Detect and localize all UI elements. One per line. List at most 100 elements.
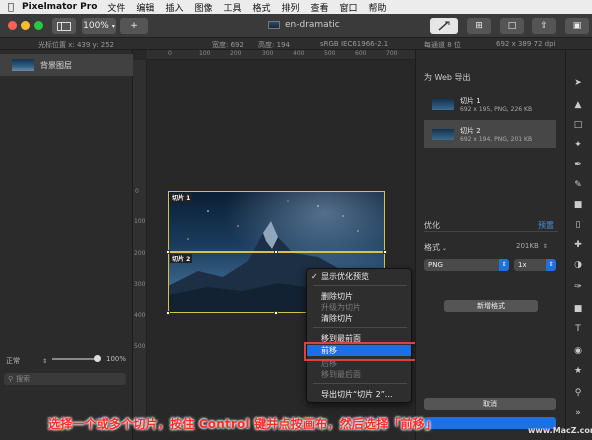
arrange-tool-icon[interactable]: ➤ <box>570 76 586 90</box>
zoom-select[interactable]: 100% ▾ <box>82 18 116 34</box>
export-slice-row[interactable]: 切片 1 692 x 195, PNG, 226 KB <box>424 90 556 118</box>
layer-search-input[interactable]: ⚲ 搜索 <box>4 373 126 385</box>
sidebar-toggle-button[interactable] <box>52 18 76 34</box>
expand-tools-icon[interactable]: » <box>570 406 586 420</box>
slice-resize-handle[interactable] <box>166 311 170 315</box>
search-placeholder: 搜索 <box>16 375 31 383</box>
menu-window[interactable]: 窗口 <box>340 1 358 14</box>
annotation-highlight-box <box>304 342 417 361</box>
magic-wand-icon[interactable]: ✦ <box>570 138 586 152</box>
menu-format[interactable]: 格式 <box>252 1 270 14</box>
close-window-button[interactable] <box>8 21 17 30</box>
slice-knife-icon <box>438 21 450 31</box>
color-adjust-icon[interactable]: ◑ <box>570 258 586 272</box>
ruler-tick-label: 400 <box>293 50 305 57</box>
style-tool-icon[interactable]: ▲ <box>570 98 586 112</box>
menu-separator <box>313 327 407 328</box>
layer-thumbnail <box>12 59 34 71</box>
slice-thumbnail <box>432 98 454 110</box>
image-height: 高度: 194 <box>258 41 290 49</box>
menu-item-promote-to-slice: 升级为切片 <box>321 303 361 312</box>
cancel-button[interactable]: 取消 <box>424 398 556 410</box>
document-name: en-dramatic <box>285 20 340 30</box>
menu-file[interactable]: 文件 <box>107 1 125 14</box>
slice-tool-button[interactable] <box>430 18 458 34</box>
vertical-ruler: 0 100 200 300 400 500 <box>133 60 147 420</box>
slice-1-label: 切片 1 <box>170 193 193 202</box>
menu-item-clear-slices[interactable]: 清除切片 <box>307 313 411 324</box>
chevron-updown-icon: ⇕ <box>542 243 548 250</box>
zoom-tool-icon[interactable]: ⚲ <box>570 386 586 400</box>
scale-select[interactable]: 1x ⇕ <box>514 259 556 271</box>
slice-resize-handle[interactable] <box>274 311 278 315</box>
format-select[interactable]: PNG ⇕ <box>424 259 509 271</box>
effects-tool-icon[interactable]: ◉ <box>570 344 586 358</box>
search-icon: ⚲ <box>8 375 14 383</box>
slice-resize-handle[interactable] <box>274 250 278 254</box>
ruler-tick-label: 700 <box>386 50 398 57</box>
shape-tool-icon[interactable]: ■ <box>570 302 586 316</box>
menu-item-delete-slice[interactable]: 删除切片 <box>307 291 411 302</box>
menu-edit[interactable]: 编辑 <box>136 1 154 14</box>
format-label[interactable]: 格式 ⌄ <box>424 242 447 253</box>
ruler-tick-label: 0 <box>168 50 172 57</box>
gradient-tool-icon[interactable]: ■ <box>570 198 586 212</box>
window-toolbar: 100% ▾ + en-dramatic ⊞ □ ⇧ ▣ <box>0 14 592 38</box>
slice-name: 切片 1 <box>460 96 481 105</box>
pen-tool-icon[interactable]: ✑ <box>570 280 586 294</box>
opacity-slider[interactable] <box>52 358 98 360</box>
add-button[interactable]: + <box>120 18 148 34</box>
retouch-tool-icon[interactable]: ✚ <box>570 238 586 252</box>
tools-panel-button[interactable]: ▣ <box>565 18 589 34</box>
opacity-value: 100% <box>106 355 127 363</box>
zoom-window-button[interactable] <box>34 21 43 30</box>
menu-arrange[interactable]: 排列 <box>282 1 300 14</box>
ruler-tick-label: 200 <box>134 250 146 257</box>
blend-mode-value: 正常 <box>6 357 20 365</box>
layer-row[interactable]: 背景图层 <box>0 54 133 76</box>
file-size-readout: 201KB ⇕ <box>516 242 548 250</box>
macos-menubar:  Pixelmator Pro 文件 编辑 插入 图像 工具 格式 排列 查看… <box>0 0 592 14</box>
menu-view[interactable]: 查看 <box>311 1 329 14</box>
type-tool-icon[interactable]: T <box>570 322 586 336</box>
export-panel-title: 为 Web 导出 <box>424 73 471 82</box>
document-thumbnail <box>268 21 280 29</box>
menu-tools[interactable]: 工具 <box>223 1 241 14</box>
crop-button[interactable]: ⊞ <box>467 18 491 34</box>
minimize-window-button[interactable] <box>21 21 30 30</box>
sidebar-icon <box>57 21 71 31</box>
add-format-button[interactable]: 新增格式 <box>444 300 538 312</box>
eraser-icon[interactable]: ▯ <box>570 218 586 232</box>
document-button[interactable]: □ <box>500 18 524 34</box>
slice-name: 切片 2 <box>460 126 481 135</box>
menu-item-label: 显示优化预览 <box>321 272 369 281</box>
paint-brush-icon[interactable]: ✎ <box>570 178 586 192</box>
ruler-tick-label: 600 <box>355 50 367 57</box>
slice-info: 692 x 194, PNG, 201 KB <box>460 135 533 143</box>
apple-icon[interactable]:  <box>0 2 22 13</box>
selection-tool-icon[interactable]: □ <box>570 118 586 132</box>
slice-resize-handle[interactable] <box>166 250 170 254</box>
menu-item-show-optimized-preview[interactable]: ✓ 显示优化预览 <box>307 271 411 282</box>
export-slice-row-selected[interactable]: 切片 2 692 x 194, PNG, 201 KB <box>424 120 556 148</box>
menu-help[interactable]: 帮助 <box>369 1 387 14</box>
slice-resize-handle[interactable] <box>383 250 387 254</box>
app-name-menu[interactable]: Pixelmator Pro <box>22 2 97 12</box>
blend-mode-select[interactable]: 正常 ⇕ <box>6 356 47 366</box>
menu-insert[interactable]: 插入 <box>165 1 183 14</box>
ruler-tick-label: 0 <box>135 188 139 195</box>
menu-item-export-slice[interactable]: 导出切片“切片 2”... <box>307 389 411 400</box>
horizontal-ruler: 0 100 200 300 400 500 600 700 <box>147 50 415 60</box>
layer-name: 背景图层 <box>40 60 72 70</box>
opacity-slider-knob[interactable] <box>94 355 101 362</box>
eyedropper-icon[interactable]: ✒ <box>570 158 586 172</box>
page-icon: □ <box>507 21 517 31</box>
ruler-tick-label: 100 <box>199 50 211 57</box>
star-tool-icon[interactable]: ★ <box>570 364 586 378</box>
slice-1-frame[interactable] <box>168 191 385 252</box>
share-icon: ⇧ <box>540 21 548 31</box>
share-button[interactable]: ⇧ <box>532 18 556 34</box>
menu-image[interactable]: 图像 <box>194 1 212 14</box>
preset-link[interactable]: 预置 <box>538 220 554 231</box>
cursor-position: 光标位置 x: 439 y: 252 <box>38 41 115 49</box>
